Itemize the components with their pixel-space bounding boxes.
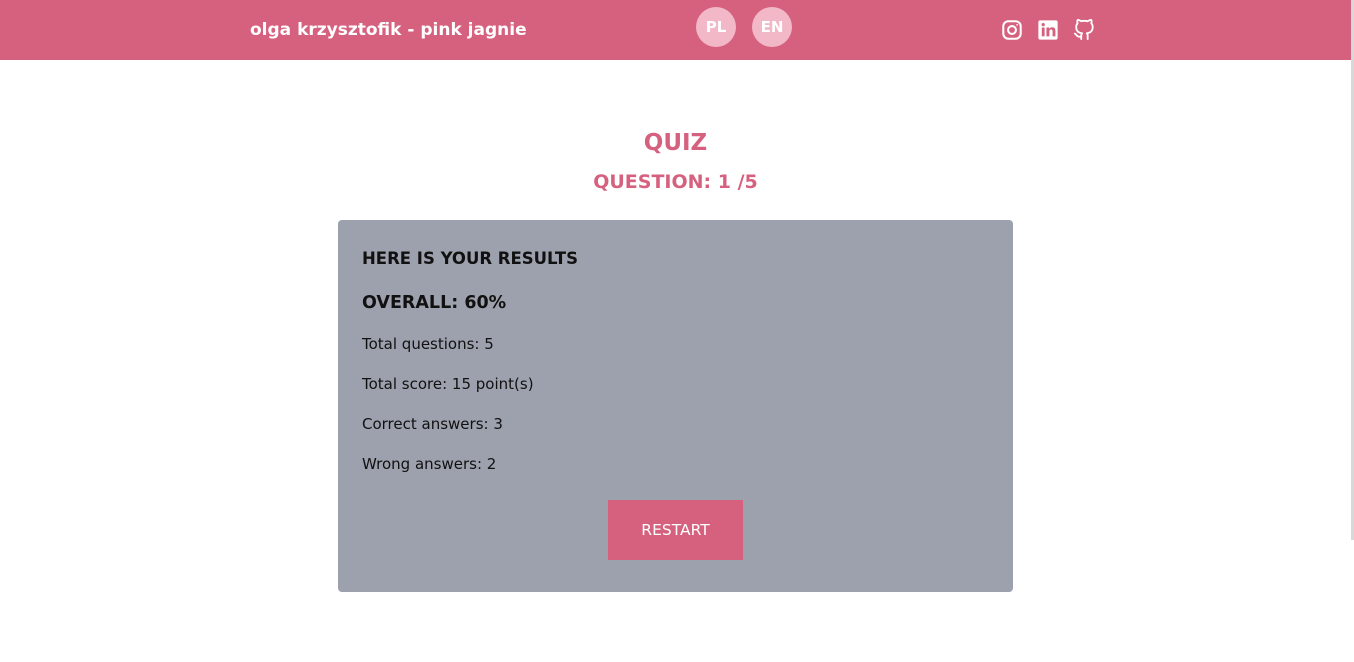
quiz-title: QUIZ: [643, 130, 708, 156]
site-brand[interactable]: olga krzysztofik - pink jagnie: [250, 19, 527, 41]
restart-button[interactable]: RESTART: [608, 500, 743, 560]
linkedin-icon[interactable]: [1037, 19, 1059, 41]
language-pl-button[interactable]: PL: [696, 7, 736, 47]
language-en-button[interactable]: EN: [752, 7, 792, 47]
correct-answers-stat: Correct answers: 3: [362, 415, 503, 433]
instagram-icon[interactable]: [1001, 19, 1023, 41]
top-navbar: olga krzysztofik - pink jagnie PL EN: [0, 0, 1351, 60]
wrong-answers-stat: Wrong answers: 2: [362, 455, 497, 473]
total-questions-stat: Total questions: 5: [362, 335, 494, 353]
question-counter: QUESTION: 1 /5: [593, 171, 758, 193]
scrollbar-track[interactable]: [1350, 0, 1354, 662]
results-card: HERE IS YOUR RESULTS OVERALL: 60% Total …: [338, 220, 1013, 592]
total-score-stat: Total score: 15 point(s): [362, 375, 534, 393]
github-icon[interactable]: [1073, 19, 1095, 41]
overall-score: OVERALL: 60%: [362, 293, 507, 313]
results-heading: HERE IS YOUR RESULTS: [362, 249, 578, 268]
